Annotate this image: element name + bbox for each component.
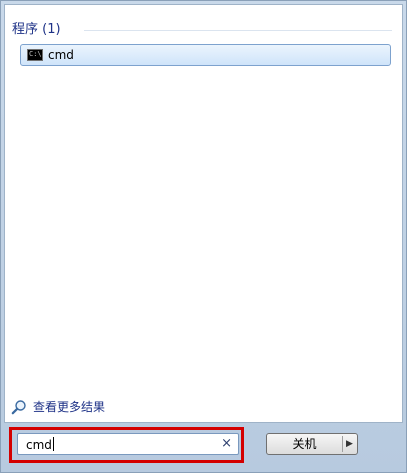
- search-highlight-box: [9, 427, 244, 463]
- result-item-cmd[interactable]: C:\ cmd: [20, 44, 391, 66]
- search-icon: [11, 400, 26, 415]
- result-item-label: cmd: [48, 48, 74, 62]
- start-menu: 程序 (1) C:\ cmd 查看更多结果 cmd × 关机 ▶: [0, 0, 407, 473]
- shutdown-options-arrow-icon[interactable]: ▶: [346, 434, 353, 454]
- see-more-results-link[interactable]: 查看更多结果: [11, 398, 211, 416]
- programs-section-header: 程序 (1): [12, 20, 392, 40]
- shutdown-label: 关机: [292, 437, 317, 451]
- command-prompt-icon: C:\: [27, 49, 43, 61]
- shutdown-button[interactable]: 关机 ▶: [266, 433, 358, 455]
- search-results-panel: [4, 4, 403, 423]
- programs-section-title: 程序 (1): [12, 22, 61, 37]
- shutdown-divider: [342, 436, 343, 452]
- see-more-results-label: 查看更多结果: [33, 400, 106, 414]
- section-divider: [84, 30, 392, 31]
